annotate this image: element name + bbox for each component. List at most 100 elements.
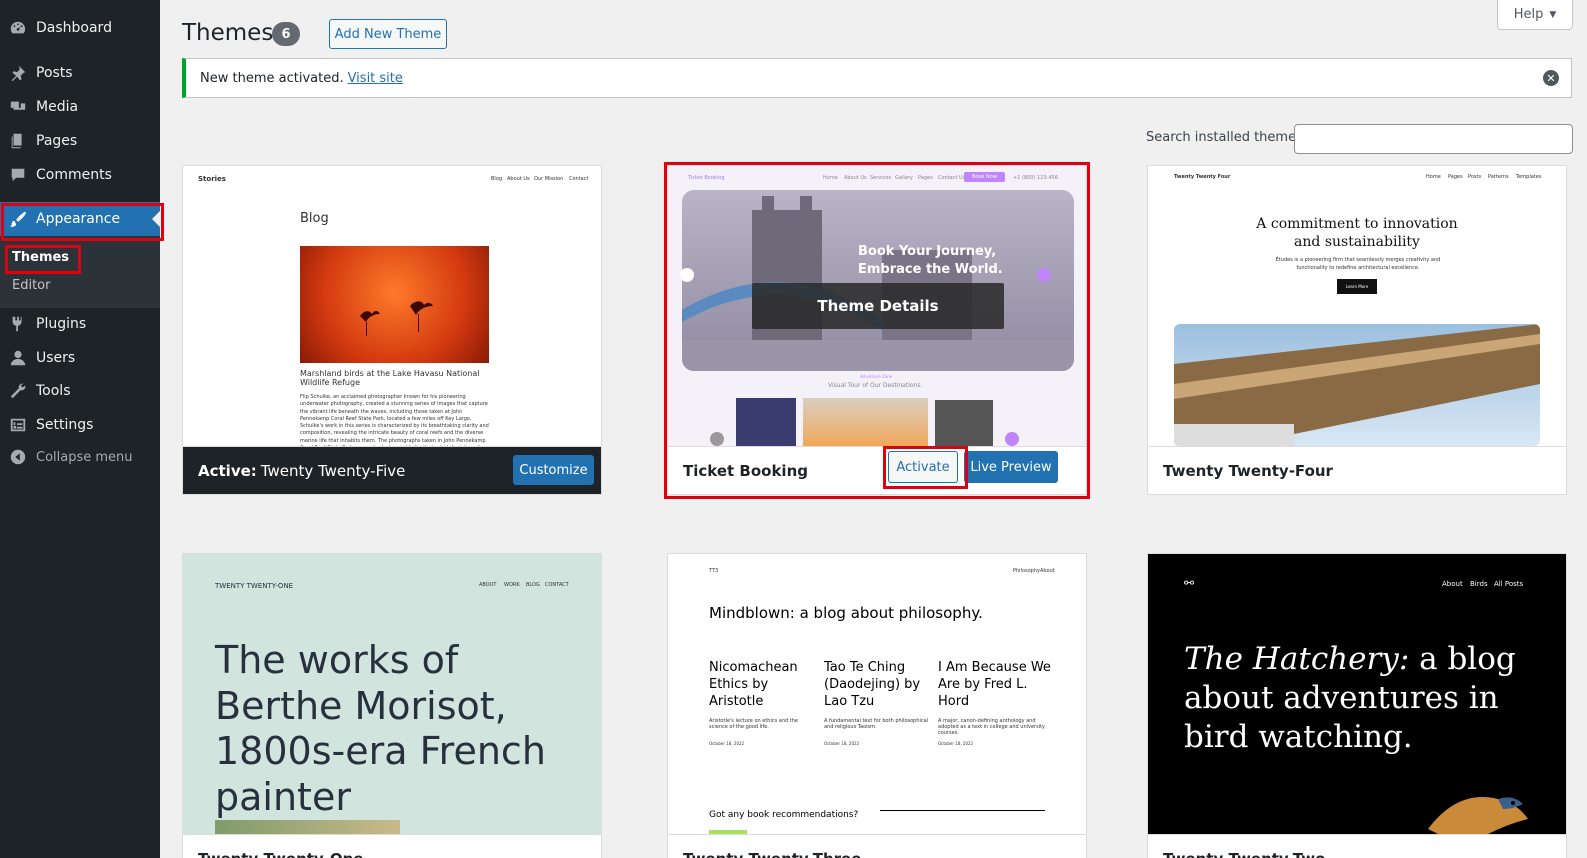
theme-card-twenty-twenty-four[interactable]: Twenty Twenty Four Home Pages Posts Patt…: [1147, 165, 1567, 495]
preview-post-date: October 18, 2022: [824, 741, 860, 746]
preview-post-excerpt: A major, canon-defining anthology and ad…: [938, 718, 1046, 736]
user-icon: [0, 349, 36, 367]
sidebar-item-pages[interactable]: Pages: [0, 124, 160, 158]
theme-card-ticket-booking[interactable]: Ticket Booking Home About Us Services Ga…: [667, 165, 1087, 495]
theme-screenshot[interactable]: Twenty Twenty Four Home Pages Posts Patt…: [1148, 166, 1566, 446]
sidebar-item-dashboard[interactable]: Dashboard: [0, 11, 160, 45]
theme-card-twenty-twenty-three[interactable]: TT3 Philosophy About Mindblown: a blog a…: [667, 553, 1087, 858]
sidebar-item-settings[interactable]: Settings: [0, 408, 160, 442]
search-input[interactable]: [1294, 124, 1573, 154]
sidebar-item-plugins[interactable]: Plugins: [0, 307, 160, 341]
sidebar-item-media[interactable]: Media: [0, 90, 160, 124]
activate-button[interactable]: Activate: [888, 451, 958, 483]
preview-hero-line: Book Your Journey,: [858, 244, 997, 259]
sidebar-item-posts[interactable]: Posts: [0, 56, 160, 90]
theme-card-twenty-twenty-five[interactable]: Stories Blog About Us Our Mission Contac…: [182, 165, 602, 495]
theme-name-bar: Twenty Twenty-Three: [668, 834, 1086, 858]
theme-details-button[interactable]: Theme Details: [752, 283, 1004, 329]
bird-illustration: [1428, 797, 1528, 834]
search-label: Search installed themes: [1146, 130, 1303, 145]
preview-nav: Home: [1426, 174, 1441, 180]
preview-post-excerpt: Aristotle's lecture on ethics and the sc…: [709, 718, 798, 730]
preview-nav: BLOG: [526, 582, 540, 588]
sidebar-item-label: Appearance: [36, 211, 121, 227]
live-preview-button[interactable]: Live Preview: [964, 451, 1058, 483]
theme-screenshot[interactable]: TWENTY TWENTY-ONE ABOUT WORK BLOG CONTAC…: [183, 554, 601, 834]
collapse-icon: [0, 448, 36, 466]
theme-name: Twenty Twenty-Four: [1163, 461, 1333, 480]
customize-button[interactable]: Customize: [513, 455, 594, 485]
theme-name: Twenty Twenty-Two: [1163, 850, 1325, 858]
preview-nav: Pages: [1448, 174, 1463, 180]
preview-site-title: Twenty Twenty Four: [1174, 174, 1231, 180]
dashboard-icon: [0, 19, 36, 37]
theme-screenshot[interactable]: Stories Blog About Us Our Mission Contac…: [183, 166, 601, 446]
theme-screenshot[interactable]: ⚯ About Birds All Posts The Hatchery: a …: [1148, 554, 1566, 834]
preview-image-birds: [300, 246, 489, 363]
preview-nav: About Us: [844, 175, 867, 181]
sidebar-item-label: Tools: [36, 383, 71, 399]
preview-heading: The works of Berthe Morisot, 1800s-era F…: [215, 638, 546, 819]
preview-site-title: Stories: [198, 175, 226, 183]
preview-body: Flip Schulke, an acclaimed photographer …: [300, 394, 489, 446]
preview-nav: Posts: [1468, 174, 1482, 180]
theme-name-bar: Twenty Twenty-Two: [1148, 834, 1566, 858]
preview-site-title: TT3: [709, 568, 719, 574]
preview-nav: About: [1442, 580, 1463, 588]
preview-post-title: I Am Because We Are by Fred L. Hord: [938, 660, 1051, 709]
theme-name: Twenty Twenty-Three: [683, 850, 861, 858]
admin-sidebar: Dashboard Posts Media Pages Comments App…: [0, 0, 160, 858]
preview-nav: Templates: [1516, 174, 1542, 180]
preview-footer-question: Got any book recommendations?: [709, 810, 859, 820]
preview-heading: Mindblown: a blog about philosophy.: [709, 604, 983, 622]
comments-icon: [0, 166, 36, 184]
theme-screenshot[interactable]: Ticket Booking Home About Us Services Ga…: [668, 166, 1086, 446]
preview-prev-arrow-icon: [680, 268, 694, 282]
preview-nav: Contact Us: [938, 175, 966, 181]
site-logo-icon: ⚯: [1184, 576, 1195, 590]
sidebar-item-label: Pages: [36, 133, 78, 149]
theme-name: Ticket Booking: [683, 461, 808, 480]
sidebar-item-label: Users: [36, 350, 76, 366]
theme-screenshot[interactable]: TT3 Philosophy About Mindblown: a blog a…: [668, 554, 1086, 834]
sidebar-item-label: Dashboard: [36, 20, 112, 36]
theme-card-twenty-twenty-two[interactable]: ⚯ About Birds All Posts The Hatchery: a …: [1147, 553, 1567, 858]
preview-hero-image: [682, 190, 1074, 371]
pin-icon: [0, 64, 36, 82]
success-notice: New theme activated. Visit site ✕: [182, 58, 1572, 98]
add-new-theme-button[interactable]: Add New Theme: [329, 19, 447, 49]
sidebar-item-appearance[interactable]: Appearance: [0, 202, 160, 236]
submenu-item-editor[interactable]: Editor: [12, 278, 50, 293]
help-label: Help: [1513, 7, 1544, 22]
sidebar-item-label: Comments: [36, 167, 112, 183]
help-button[interactable]: Help ▼: [1497, 0, 1573, 30]
preview-nav: About Us: [507, 176, 530, 182]
preview-body: Études is a pioneering firm that seamles…: [1275, 257, 1441, 271]
preview-heading: A commitment to innovation: [1256, 216, 1458, 232]
preview-site-title: TWENTY TWENTY-ONE: [215, 582, 294, 590]
preview-nav: Blog: [491, 176, 503, 182]
appearance-submenu: Themes Editor: [0, 236, 160, 308]
preview-kicker: Adventure Zone: [860, 374, 893, 379]
settings-icon: [0, 416, 36, 434]
sidebar-item-users[interactable]: Users: [0, 341, 160, 375]
submenu-item-themes[interactable]: Themes: [12, 250, 69, 265]
preview-heading: Blog: [300, 211, 329, 226]
sidebar-item-label: Posts: [36, 65, 73, 81]
caret-down-icon: ▼: [1549, 9, 1557, 20]
theme-count-badge: 6: [272, 22, 300, 46]
theme-card-twenty-twenty-one[interactable]: TWENTY TWENTY-ONE ABOUT WORK BLOG CONTAC…: [182, 553, 602, 858]
sidebar-item-tools[interactable]: Tools: [0, 374, 160, 408]
preview-nav: Patterns: [1488, 174, 1509, 180]
sidebar-item-comments[interactable]: Comments: [0, 158, 160, 192]
visit-site-link[interactable]: Visit site: [348, 71, 403, 86]
preview-nav: Gallery: [895, 175, 913, 181]
dismiss-icon[interactable]: ✕: [1543, 70, 1559, 86]
collapse-menu-button[interactable]: Collapse menu: [0, 440, 160, 474]
preview-cta: Book Now: [964, 172, 1005, 182]
theme-name-bar: Twenty Twenty-Four: [1148, 446, 1566, 494]
preview-site-title: Ticket Booking: [688, 175, 725, 181]
collapse-label: Collapse menu: [36, 449, 133, 465]
preview-nav: Contact: [569, 176, 589, 182]
preview-architecture-image: [1174, 324, 1540, 446]
